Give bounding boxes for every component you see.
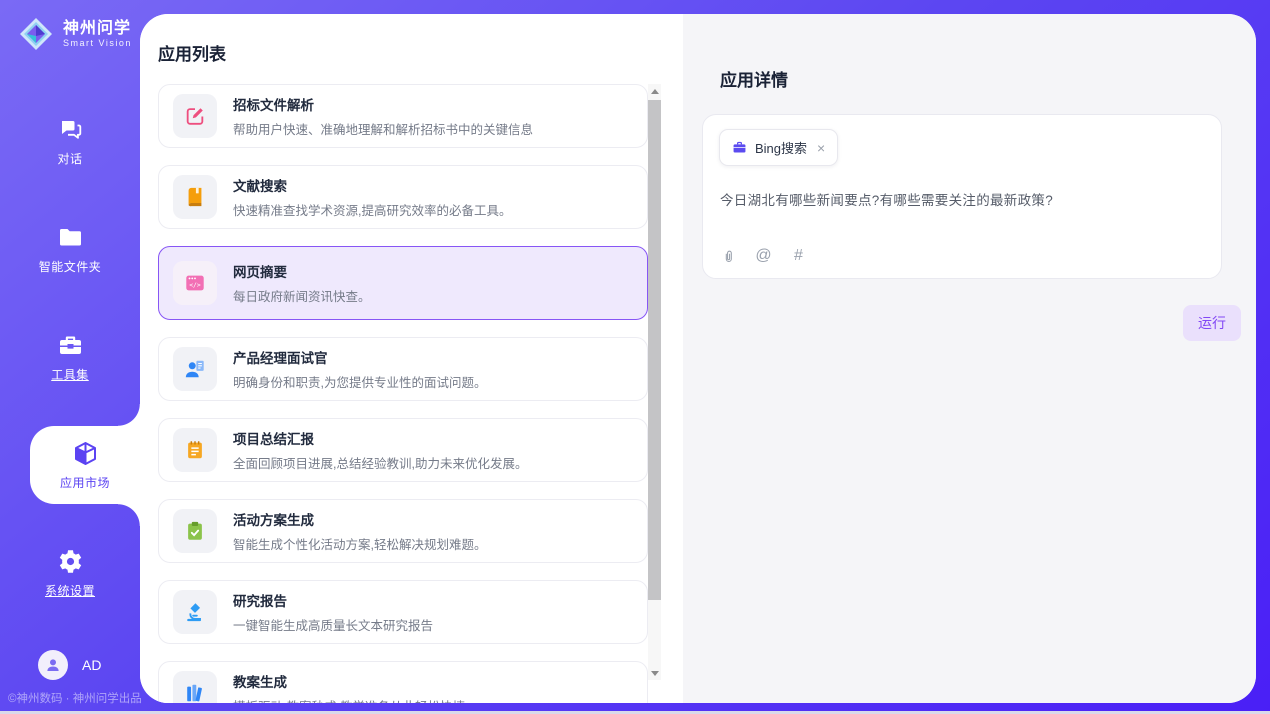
- brand-subtitle: Smart Vision: [63, 38, 132, 48]
- app-card-title: 教案生成: [233, 671, 465, 691]
- app-list-panel: 应用列表 招标文件解析 帮助用户快速、准确地理解和解析招标书中的关键信息: [140, 14, 683, 703]
- app-card-research-report[interactable]: 研究报告 一键智能生成高质量长文本研究报告: [158, 580, 648, 644]
- app-card-title: 招标文件解析: [233, 94, 533, 114]
- app-card-web-summary[interactable]: </> 网页摘要 每日政府新闻资讯快查。: [158, 246, 648, 320]
- app-card-event-plan[interactable]: 活动方案生成 智能生成个性化活动方案,轻松解决规划难题。: [158, 499, 648, 563]
- app-card-description: 智能生成个性化活动方案,轻松解决规划难题。: [233, 534, 486, 553]
- app-list-title: 应用列表: [158, 40, 683, 65]
- brand-logo: 神州问学 Smart Vision: [0, 0, 140, 52]
- attachment-toolbar: @#: [720, 247, 807, 265]
- sidebar-item-chat[interactable]: 对话: [0, 102, 140, 180]
- at-icon[interactable]: @: [755, 247, 772, 265]
- sidebar-item-system-settings[interactable]: 系统设置: [0, 534, 140, 612]
- toolbox-icon: [57, 332, 84, 359]
- prompt-card[interactable]: Bing搜索 × 今日湖北有哪些新闻要点?有哪些需要关注的最新政策? @#: [702, 114, 1222, 279]
- user-row[interactable]: AD: [38, 650, 101, 680]
- cube-icon: [72, 440, 99, 467]
- app-card-description: 全面回顾项目进展,总结经验教训,助力未来优化发展。: [233, 453, 527, 472]
- paperclip-icon[interactable]: [720, 247, 737, 265]
- app-detail-panel: 应用详情 Bing搜索 × 今日湖北有哪些新闻要点?有哪些需要关注的最新政策? …: [683, 14, 1256, 703]
- app-card-list: 招标文件解析 帮助用户快速、准确地理解和解析招标书中的关键信息 文献搜索 快速精…: [158, 84, 648, 703]
- app-card-literature-search[interactable]: 文献搜索 快速精准查找学术资源,提高研究效率的必备工具。: [158, 165, 648, 229]
- app-card-description: 帮助用户快速、准确地理解和解析招标书中的关键信息: [233, 119, 533, 138]
- gear-icon: [57, 548, 84, 575]
- book-icon: [184, 186, 206, 208]
- app-card-description: 模板驱动,教案秒成,教学准备从此轻松快捷: [233, 696, 465, 703]
- app-icon-tile: [173, 671, 217, 703]
- app-card-description: 明确身份和职责,为您提供专业性的面试问题。: [233, 372, 486, 391]
- app-detail-title: 应用详情: [720, 66, 1256, 91]
- avatar[interactable]: [38, 650, 68, 680]
- svg-text:</>: </>: [189, 281, 201, 289]
- browser-code-icon: </>: [184, 272, 206, 294]
- scrollbar-thumb[interactable]: [648, 100, 661, 600]
- user-name: AD: [82, 657, 101, 673]
- tool-tag-bing-search[interactable]: Bing搜索 ×: [719, 129, 838, 166]
- app-card-bid-doc-parse[interactable]: 招标文件解析 帮助用户快速、准确地理解和解析招标书中的关键信息: [158, 84, 648, 148]
- scroll-down-arrow-icon[interactable]: [648, 666, 661, 680]
- scroll-up-arrow-icon[interactable]: [648, 84, 661, 98]
- app-card-title: 活动方案生成: [233, 509, 486, 529]
- copyright-footer: ©神州数码 · 神州问学出品: [8, 690, 142, 706]
- sidebar-item-app-market[interactable]: 应用市场: [30, 426, 140, 504]
- app-card-pm-interviewer[interactable]: 产品经理面试官 明确身份和职责,为您提供专业性的面试问题。: [158, 337, 648, 401]
- app-card-description: 快速精准查找学术资源,提高研究效率的必备工具。: [233, 200, 511, 219]
- app-icon-tile: [173, 509, 217, 553]
- microscope-icon: [184, 601, 206, 623]
- app-card-description: 一键智能生成高质量长文本研究报告: [233, 615, 433, 634]
- clipboard-check-icon: [184, 520, 206, 542]
- app-card-description: 每日政府新闻资讯快查。: [233, 286, 371, 305]
- sidebar-item-smart-folder[interactable]: 智能文件夹: [0, 210, 140, 288]
- app-icon-tile: [173, 347, 217, 391]
- list-scrollbar[interactable]: [648, 84, 661, 680]
- tag-close-icon[interactable]: ×: [817, 143, 825, 153]
- chat-icon: [57, 116, 84, 143]
- app-card-title: 产品经理面试官: [233, 347, 486, 367]
- notepad-icon: [184, 439, 206, 461]
- app-card-lesson-plan[interactable]: 教案生成 模板驱动,教案秒成,教学准备从此轻松快捷: [158, 661, 648, 703]
- app-icon-tile: </>: [173, 261, 217, 305]
- app-card-title: 项目总结汇报: [233, 428, 527, 448]
- app-icon-tile: [173, 175, 217, 219]
- app-icon-tile: [173, 590, 217, 634]
- sidebar-item-toolset[interactable]: 工具集: [0, 318, 140, 396]
- tool-tag-label: Bing搜索: [755, 138, 807, 157]
- person-doc-icon: [184, 358, 206, 380]
- app-card-project-summary[interactable]: 项目总结汇报 全面回顾项目进展,总结经验教训,助力未来优化发展。: [158, 418, 648, 482]
- run-button[interactable]: 运行: [1183, 305, 1241, 341]
- app-icon-tile: [173, 428, 217, 472]
- folder-icon: [57, 224, 84, 251]
- hash-icon[interactable]: #: [790, 247, 807, 265]
- edit-square-icon: [184, 105, 206, 127]
- content-frame: 应用列表 招标文件解析 帮助用户快速、准确地理解和解析招标书中的关键信息: [140, 14, 1256, 703]
- app-icon-tile: [173, 94, 217, 138]
- app-card-title: 网页摘要: [233, 261, 371, 281]
- brand-diamond-icon: [18, 16, 54, 52]
- briefcase-icon: [732, 140, 747, 155]
- sidebar: 神州问学 Smart Vision 对话 智能文件夹 工具集 应用市场 系统设置: [0, 0, 140, 714]
- query-text[interactable]: 今日湖北有哪些新闻要点?有哪些需要关注的最新政策?: [720, 189, 1205, 209]
- brand-name: 神州问学: [63, 20, 132, 38]
- app-card-title: 文献搜索: [233, 175, 511, 195]
- sidebar-nav: 对话 智能文件夹 工具集 应用市场 系统设置: [0, 102, 140, 612]
- app-card-title: 研究报告: [233, 590, 433, 610]
- books-icon: [184, 682, 206, 703]
